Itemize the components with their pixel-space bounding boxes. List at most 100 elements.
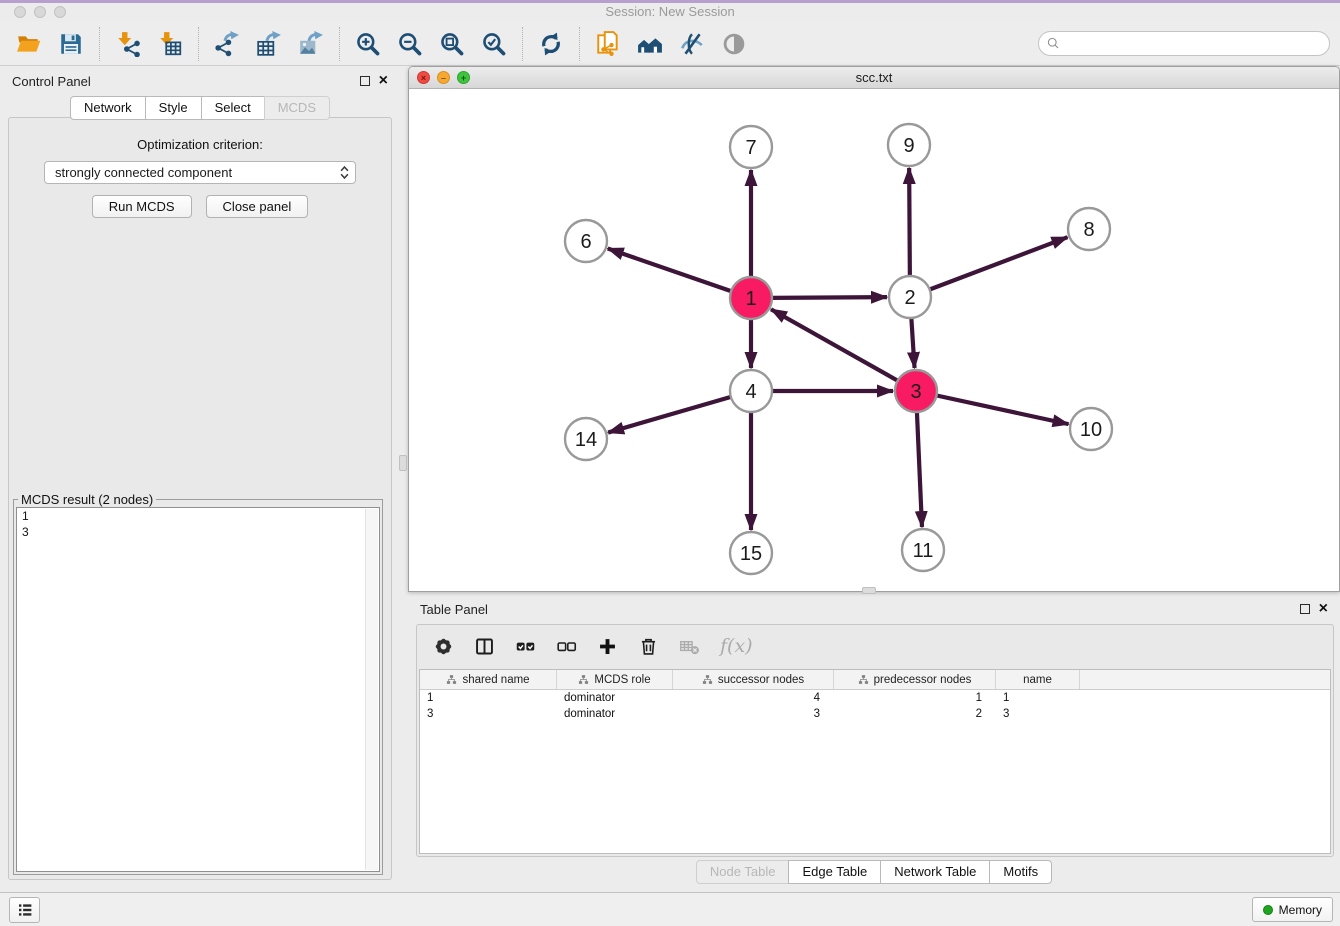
minimize-network-icon[interactable]: – (437, 71, 450, 84)
node-3[interactable]: 3 (895, 370, 937, 412)
export-network-icon[interactable] (212, 29, 242, 59)
cell-successor-nodes[interactable]: 4 (673, 692, 834, 704)
edge-3-11[interactable] (917, 411, 922, 527)
deselect-all-icon[interactable] (556, 636, 577, 657)
node-6[interactable]: 6 (565, 220, 607, 262)
node-14[interactable]: 14 (565, 418, 607, 460)
close-panel-button[interactable]: Close panel (206, 195, 309, 218)
save-session-icon[interactable] (56, 29, 86, 59)
edge-3-10[interactable] (936, 395, 1069, 424)
tab-mcds[interactable]: MCDS (264, 96, 330, 120)
svg-text:15: 15 (740, 543, 762, 565)
result-scrollbar[interactable] (365, 509, 378, 870)
edge-4-14[interactable] (608, 397, 732, 433)
network-canvas[interactable]: 7 9 6 8 1 2 4 3 14 10 15 11 (409, 89, 1339, 591)
edge-1-2[interactable] (771, 297, 887, 298)
tab-network[interactable]: Network (70, 96, 146, 120)
table-row[interactable]: 1dominator411 (420, 690, 1330, 706)
node-8[interactable]: 8 (1068, 208, 1110, 250)
node-11[interactable]: 11 (902, 529, 944, 571)
maximize-network-icon[interactable]: + (457, 71, 470, 84)
edge-2-3[interactable] (911, 317, 914, 368)
cell-name[interactable]: 3 (996, 708, 1080, 720)
node-2[interactable]: 2 (889, 276, 931, 318)
cell-successor-nodes[interactable]: 3 (673, 708, 834, 720)
zoom-fit-icon[interactable] (437, 29, 467, 59)
node-10[interactable]: 10 (1070, 408, 1112, 450)
column-header-shared-name[interactable]: shared name (420, 670, 557, 689)
mcds-result-list[interactable]: 13 (16, 507, 380, 872)
close-panel-icon[interactable]: × (379, 76, 388, 86)
zoom-in-icon[interactable] (353, 29, 383, 59)
node-7[interactable]: 7 (730, 126, 772, 168)
home-icon[interactable] (635, 29, 665, 59)
node-15[interactable]: 15 (730, 532, 772, 574)
toolbar-separator (522, 27, 523, 61)
node-9[interactable]: 9 (888, 124, 930, 166)
import-network-icon[interactable] (113, 29, 143, 59)
close-network-icon[interactable]: × (417, 71, 430, 84)
zoom-selected-icon[interactable] (479, 29, 509, 59)
edge-3-1[interactable] (771, 309, 899, 381)
tab-node-table[interactable]: Node Table (696, 860, 790, 884)
svg-text:9: 9 (903, 135, 914, 157)
toolbar-separator (99, 27, 100, 61)
cell-shared-name[interactable]: 3 (420, 708, 557, 720)
cell-predecessor-nodes[interactable]: 1 (834, 692, 996, 704)
column-header-successor-nodes[interactable]: successor nodes (673, 670, 834, 689)
zoom-out-icon[interactable] (395, 29, 425, 59)
search-box[interactable] (1038, 31, 1330, 56)
show-columns-icon[interactable] (474, 636, 495, 657)
window-controls-inactive[interactable] (14, 6, 66, 18)
task-history-button[interactable] (9, 897, 40, 923)
add-icon[interactable] (597, 636, 618, 657)
cell-predecessor-nodes[interactable]: 2 (834, 708, 996, 720)
edge-2-9[interactable] (909, 168, 910, 277)
close-table-panel-icon[interactable]: × (1319, 604, 1328, 614)
search-input[interactable] (1065, 37, 1322, 51)
maximize-window-icon[interactable] (54, 6, 66, 18)
edge-2-8[interactable] (929, 237, 1068, 290)
cell-name[interactable]: 1 (996, 692, 1080, 704)
float-table-panel-icon[interactable] (1300, 604, 1310, 614)
cell-mcds-role[interactable]: dominator (557, 708, 673, 720)
status-bar: Memory (0, 892, 1340, 926)
export-table-icon[interactable] (254, 29, 284, 59)
delete-icon[interactable] (638, 636, 659, 657)
graphics-details-icon[interactable] (677, 29, 707, 59)
splitter-handle-left[interactable] (399, 455, 407, 471)
tab-network-table[interactable]: Network Table (880, 860, 990, 884)
export-image-icon[interactable] (296, 29, 326, 59)
splitter-handle-bottom[interactable] (862, 587, 876, 594)
tab-style[interactable]: Style (145, 96, 202, 120)
selected-criterion: strongly connected component (55, 165, 338, 180)
table-row[interactable]: 3dominator323 (420, 706, 1330, 722)
column-header-predecessor-nodes[interactable]: predecessor nodes (834, 670, 996, 689)
mcds-result-group: MCDS result (2 nodes) 13 (13, 492, 383, 875)
hierarchy-icon (702, 674, 713, 685)
memory-button[interactable]: Memory (1252, 897, 1333, 922)
duplicate-network-icon[interactable] (593, 29, 623, 59)
open-folder-icon[interactable] (14, 29, 44, 59)
apply-layout-icon[interactable] (536, 29, 566, 59)
select-all-icon[interactable] (515, 636, 536, 657)
tab-edge-table[interactable]: Edge Table (788, 860, 881, 884)
column-header-name[interactable]: name (996, 670, 1080, 689)
edge-1-6[interactable] (608, 249, 732, 292)
minimize-window-icon[interactable] (34, 6, 46, 18)
column-header-mcds-role[interactable]: MCDS role (557, 670, 673, 689)
tab-motifs[interactable]: Motifs (989, 860, 1052, 884)
float-panel-icon[interactable] (360, 76, 370, 86)
cell-shared-name[interactable]: 1 (420, 692, 557, 704)
import-table-icon[interactable] (155, 29, 185, 59)
tab-select[interactable]: Select (201, 96, 265, 120)
table-header-row: shared nameMCDS rolesuccessor nodesprede… (420, 670, 1330, 690)
close-window-icon[interactable] (14, 6, 26, 18)
node-1[interactable]: 1 (730, 277, 772, 319)
birds-eye-view-icon[interactable] (719, 29, 749, 59)
cell-mcds-role[interactable]: dominator (557, 692, 673, 704)
gear-icon[interactable] (433, 636, 454, 657)
node-4[interactable]: 4 (730, 370, 772, 412)
run-mcds-button[interactable]: Run MCDS (92, 195, 192, 218)
optimization-criterion-select[interactable]: strongly connected component (44, 161, 356, 184)
